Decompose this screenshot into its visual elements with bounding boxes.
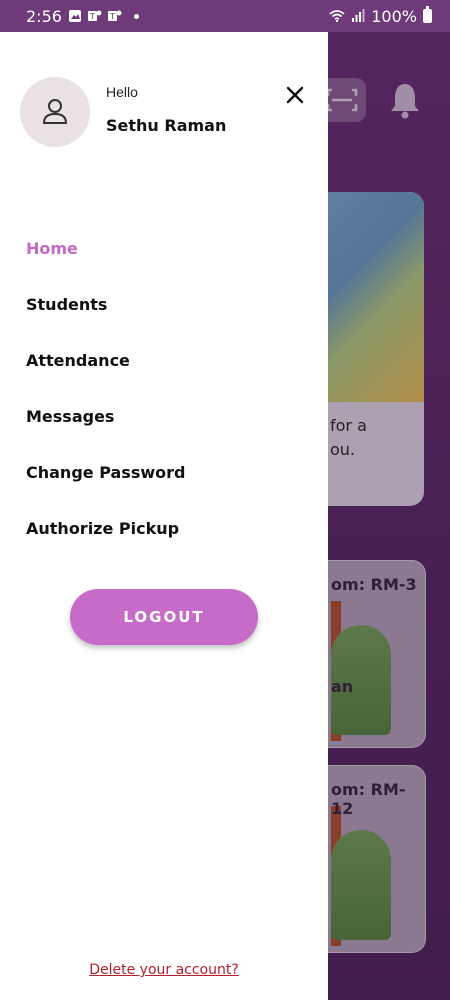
- teams-icon: T: [87, 10, 102, 21]
- battery-icon: [423, 6, 432, 23]
- status-left: 2:56 T T: [26, 7, 139, 26]
- image-icon: [68, 10, 81, 22]
- dot-icon: [133, 13, 139, 19]
- menu-item-authorize-pickup[interactable]: Authorize Pickup: [26, 500, 185, 556]
- wifi-icon: [329, 10, 345, 23]
- status-right: 100%: [329, 6, 432, 26]
- menu-item-messages[interactable]: Messages: [26, 388, 185, 444]
- close-icon: [286, 86, 304, 104]
- status-bar: 2:56 T T 100%: [0, 0, 450, 32]
- teams-icon: T: [107, 10, 122, 21]
- close-drawer-button[interactable]: [280, 80, 310, 110]
- svg-text:T: T: [109, 12, 115, 21]
- logout-button[interactable]: LOGOUT: [70, 589, 258, 645]
- delete-account-link[interactable]: Delete your account?: [0, 962, 328, 978]
- signal-icon: [352, 9, 365, 22]
- menu-item-home[interactable]: Home: [26, 220, 185, 276]
- battery-percent: 100%: [371, 6, 417, 26]
- user-icon: [43, 99, 67, 124]
- menu-item-change-password[interactable]: Change Password: [26, 444, 185, 500]
- drawer-menu: Home Students Attendance Messages Change…: [26, 220, 185, 556]
- greeting: Hello: [106, 84, 138, 100]
- menu-item-attendance[interactable]: Attendance: [26, 332, 185, 388]
- menu-item-students[interactable]: Students: [26, 276, 185, 332]
- avatar: [20, 77, 90, 147]
- status-time: 2:56: [26, 6, 62, 26]
- svg-text:T: T: [89, 12, 95, 21]
- user-name: Sethu Raman: [106, 116, 227, 135]
- navigation-drawer: Hello Sethu Raman Home Students Attendan…: [0, 32, 328, 1000]
